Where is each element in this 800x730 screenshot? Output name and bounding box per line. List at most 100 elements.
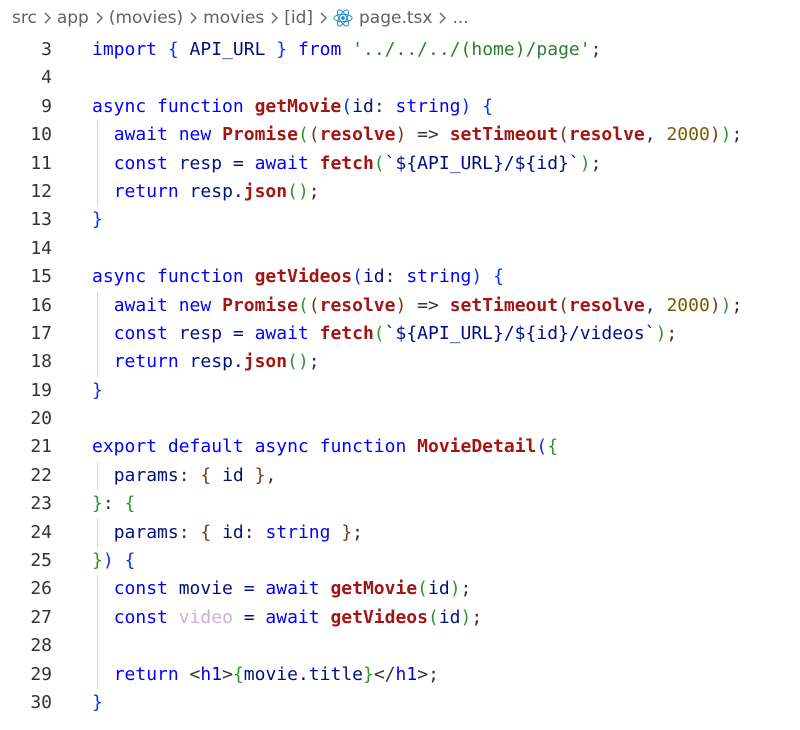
code-token: ( [287,180,298,202]
code-line[interactable]: 12 return resp.json(); [0,177,800,207]
code-text: const video = await getVideos(id); [92,604,483,632]
code-token: fetch [319,152,374,174]
code-token: ) [471,266,483,288]
breadcrumb-item[interactable]: page.tsx [359,8,432,28]
code-line[interactable]: 29 return <h1>{movie.title}</h1>; [0,660,800,689]
code-token: Promise [222,294,298,316]
code-token: ) [460,606,472,628]
code-token: ; [590,39,602,60]
code-token: { [493,266,504,288]
line-number: 26 [30,578,52,600]
code-token: function [157,266,244,288]
code-text: } [92,206,103,234]
code-line[interactable]: 14 [0,235,800,263]
code-token: async [92,95,147,117]
code-token: } [254,464,266,486]
breadcrumb-item[interactable]: app [57,8,89,28]
code-line[interactable]: 19} [0,377,800,405]
code-line[interactable]: 11 const resp = await fetch(`${API_URL}/… [0,149,800,178]
code-text: }: { [92,490,135,518]
code-line[interactable]: 18 return resp.json(); [0,348,800,377]
code-line[interactable]: 21 export default async function MovieDet… [0,433,800,461]
code-token: await [113,294,168,316]
code-token: `${API_URL}/${id}` [384,152,580,174]
code-line[interactable]: 27 const video = await getVideos(id); [0,603,800,633]
breadcrumb-item[interactable]: ... [452,8,468,28]
code-token: '../../../( [352,39,472,60]
code-token: home [471,39,515,60]
code-line[interactable]: 4 [0,64,800,92]
code-token: movie = [167,578,266,600]
code-line[interactable]: 17 const resp = await fetch(`${API_URL}/… [0,319,800,349]
code-token: import [92,39,158,60]
breadcrumb-item[interactable]: (movies) [109,8,183,28]
code-line[interactable]: 3 import { API_URL } from '../../../(home… [0,36,800,64]
code-token: , [644,124,667,146]
code-token: ( [297,294,309,316]
code-token: { [232,663,244,685]
code-text: return <h1>{movie.title}</h1>; [92,661,439,689]
code-token: } [92,209,103,231]
code-token: { [124,493,136,515]
code-token: h1 [395,663,418,685]
breadcrumb-item[interactable]: movies [203,8,264,28]
code-token: getVideos [254,266,353,288]
code-text: params: { id: string }; [92,519,363,547]
code-token: ( [417,578,428,600]
code-line[interactable]: 9 async function getMovie(id: string) { [0,93,800,121]
code-line[interactable]: 24 params: { id: string }; [0,518,800,548]
code-text: async function getMovie(id: string) { [92,93,493,121]
code-line[interactable]: 13} [0,206,800,234]
code-token: ; [666,322,678,344]
code-token: function [157,95,244,117]
line-number: 27 [30,606,52,628]
code-token: ( [558,124,569,146]
code-line[interactable]: 22 params: { id }, [0,461,800,491]
code-token: resolve [319,124,396,146]
code-line[interactable]: 10 await new Promise((resolve) => setTim… [0,121,800,150]
code-line[interactable]: 20 [0,405,800,433]
code-token: ; [428,663,439,685]
code-token: getVideos [330,606,428,628]
code-token: json [243,180,288,202]
code-text: import { API_URL } from '../../../(home)… [92,36,601,64]
react-file-icon [333,8,353,28]
code-token: export [92,436,158,458]
chevron-right-icon [37,8,57,28]
code-token: ( [373,152,385,174]
line-number: 19 [30,379,52,401]
code-token: { [482,95,494,117]
code-token: json [243,351,288,373]
code-line[interactable]: 30} [0,689,800,717]
line-number: 24 [30,521,52,543]
code-text: return resp.json(); [92,348,320,376]
code-token: } [92,550,103,572]
line-number: 25 [30,550,52,572]
code-token: const [113,152,168,174]
breadcrumb-item[interactable]: src [12,8,37,28]
code-line[interactable]: 25}) { [0,547,800,575]
code-token: ) [579,152,591,174]
code-token: id [352,95,374,117]
code-token: setTimeout [449,294,559,316]
code-line[interactable]: 23}: { [0,490,800,518]
code-line[interactable]: 26 const movie = await getMovie(id); [0,575,800,604]
code-line[interactable]: 15 async function getVideos(id: string) { [0,263,800,291]
code-token: id [438,606,461,628]
code-line[interactable]: 16 await new Promise((resolve) => setTim… [0,291,800,320]
code-editor[interactable]: 3 import { API_URL } from '../../../(home… [0,36,800,717]
code-line[interactable]: 28 [0,632,800,661]
code-token: ( [352,266,363,288]
code-token: ; [731,124,743,146]
code-token: ) [395,294,407,316]
breadcrumb-item[interactable]: [id] [284,8,313,28]
code-token: h1 [200,663,223,685]
code-token: ; [308,351,320,373]
code-token: await [265,606,320,628]
